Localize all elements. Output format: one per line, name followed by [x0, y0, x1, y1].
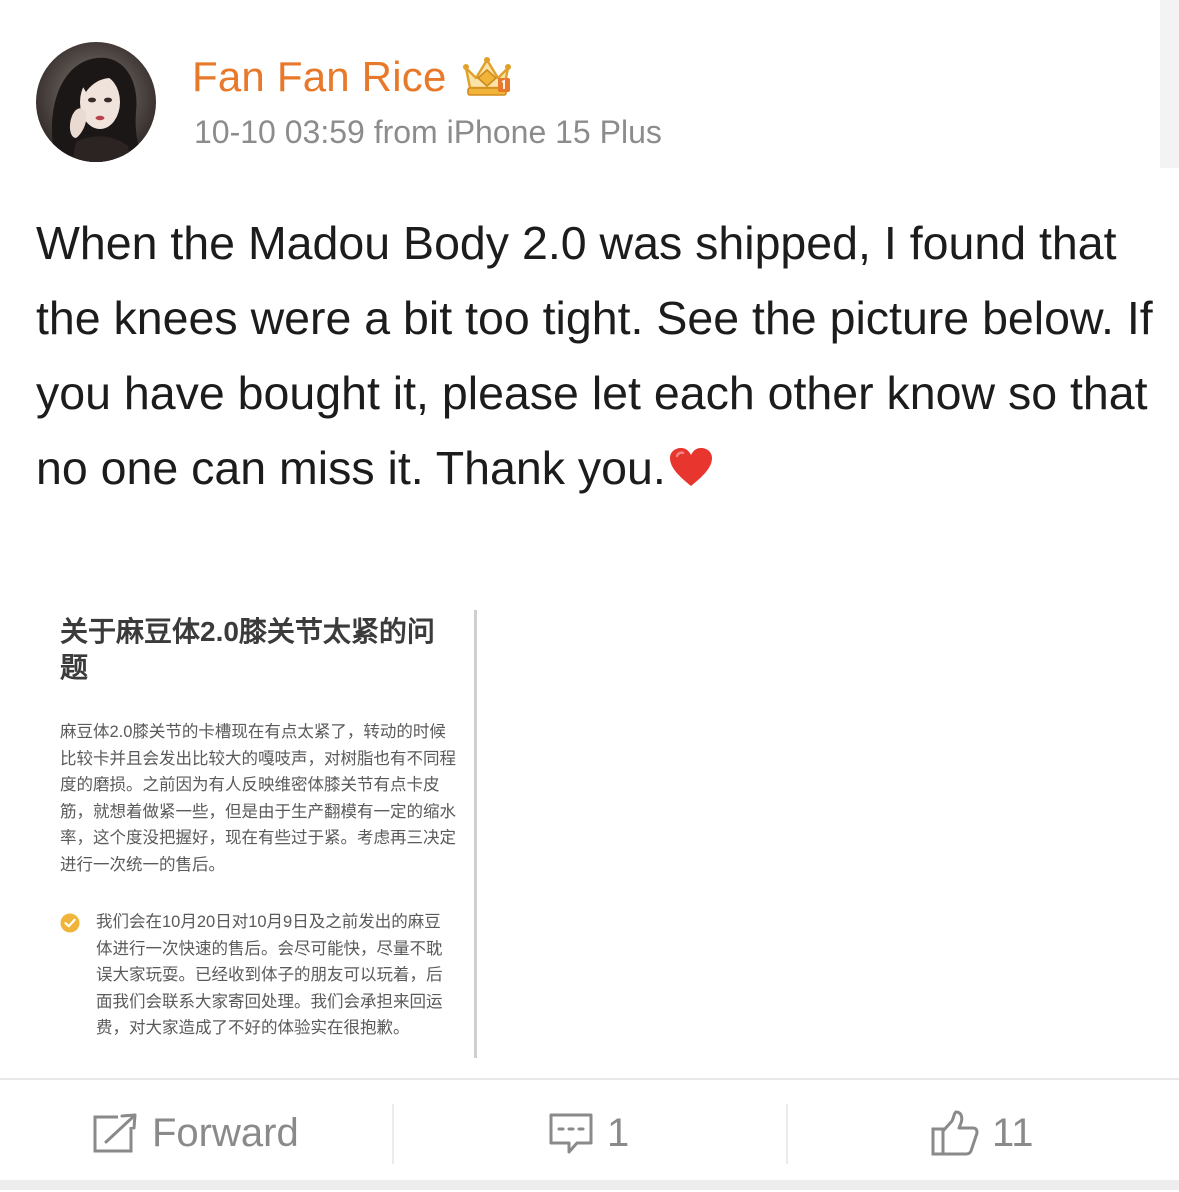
comment-icon: [547, 1111, 595, 1155]
image-body-text: 麻豆体2.0膝关节的卡槽现在有点太紧了，转动的时候比较卡并且会发出比较大的嘎吱声…: [60, 723, 456, 874]
image-divider: [474, 610, 477, 1058]
avatar[interactable]: [36, 42, 156, 162]
post-text: When the Madou Body 2.0 was shipped, I f…: [36, 206, 1156, 510]
action-divider: [392, 1104, 394, 1164]
image-title: 关于麻豆体2.0膝关节太紧的问题: [60, 616, 435, 683]
thumbs-up-icon: [930, 1109, 980, 1157]
red-heart-icon: [668, 435, 714, 510]
comment-button[interactable]: 1: [547, 1108, 629, 1158]
post-meta: 10-10 03:59 from iPhone 15 Plus: [194, 114, 662, 150]
author-row: Fan Fan Rice: [192, 52, 515, 102]
forward-label: Forward: [152, 1110, 299, 1155]
like-button[interactable]: 11: [930, 1108, 1034, 1158]
action-bar: Forward 1 11: [0, 1078, 1179, 1192]
scroll-edge: [1160, 0, 1179, 168]
comment-count: 1: [607, 1110, 630, 1155]
forward-button[interactable]: Forward: [92, 1108, 299, 1158]
like-count: 11: [992, 1110, 1034, 1155]
forward-icon: [92, 1112, 140, 1154]
weibo-post: Fan Fan Rice 10-10 03:59 from iPhone 15 …: [0, 0, 1179, 1192]
post-body: When the Madou Body 2.0 was shipped, I f…: [36, 217, 1153, 494]
username[interactable]: Fan Fan Rice: [192, 53, 447, 101]
bottom-separator: [0, 1180, 1179, 1190]
action-divider: [786, 1104, 788, 1164]
check-circle-icon: [60, 913, 80, 933]
post-image[interactable]: 关于麻豆体2.0膝关节太紧的问题 麻豆体2.0膝关节的卡槽现在有点太紧了，转动的…: [44, 598, 476, 1058]
image-note-text: 我们会在10月20日对10月9日及之前发出的麻豆体进行一次快速的售后。会尽可能快…: [96, 913, 443, 1037]
crown-badge-icon[interactable]: [459, 54, 515, 100]
